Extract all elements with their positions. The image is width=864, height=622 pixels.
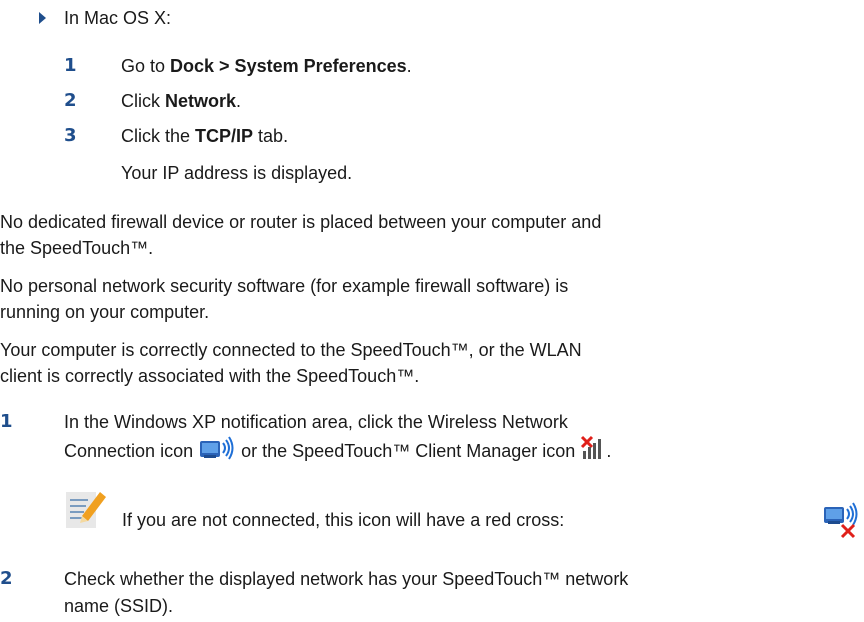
- step2-line2: name (SSID).: [64, 596, 174, 616]
- step-number: 2: [0, 568, 13, 589]
- step1-line2: Connection icon or the SpeedTouch™ Clien…: [64, 435, 611, 467]
- step-number: 3: [64, 125, 77, 146]
- mac-step-2: Click Network.: [121, 91, 242, 111]
- mac-step-3: Click the TCP/IP tab.: [121, 126, 289, 146]
- wireless-network-icon: [198, 435, 236, 467]
- para-firewall-line1: No dedicated firewall device or router i…: [0, 212, 602, 232]
- note-pencil-icon: [66, 488, 106, 536]
- wireless-disconnected-icon: [822, 501, 862, 545]
- para-connected-line2: client is correctly associated with the …: [0, 366, 420, 386]
- step-number: 1: [0, 411, 13, 432]
- para-firewall-line2: the SpeedTouch™.: [0, 238, 154, 258]
- para-connected-line1: Your computer is correctly connected to …: [0, 340, 582, 360]
- mac-result: Your IP address is displayed.: [121, 163, 353, 183]
- step2-line1: Check whether the displayed network has …: [64, 569, 629, 589]
- step-number: 2: [64, 90, 77, 111]
- mac-intro: In Mac OS X:: [64, 8, 172, 28]
- client-manager-icon: [580, 435, 606, 467]
- para-security-line2: running on your computer.: [0, 302, 210, 322]
- step1-line1: In the Windows XP notification area, cli…: [64, 412, 568, 432]
- step-number: 1: [64, 55, 77, 76]
- para-security-line1: No personal network security software (f…: [0, 276, 569, 296]
- note-text: If you are not connected, this icon will…: [122, 510, 565, 530]
- mac-step-1: Go to Dock > System Preferences.: [121, 56, 412, 76]
- triangle-bullet-icon: [39, 12, 46, 24]
